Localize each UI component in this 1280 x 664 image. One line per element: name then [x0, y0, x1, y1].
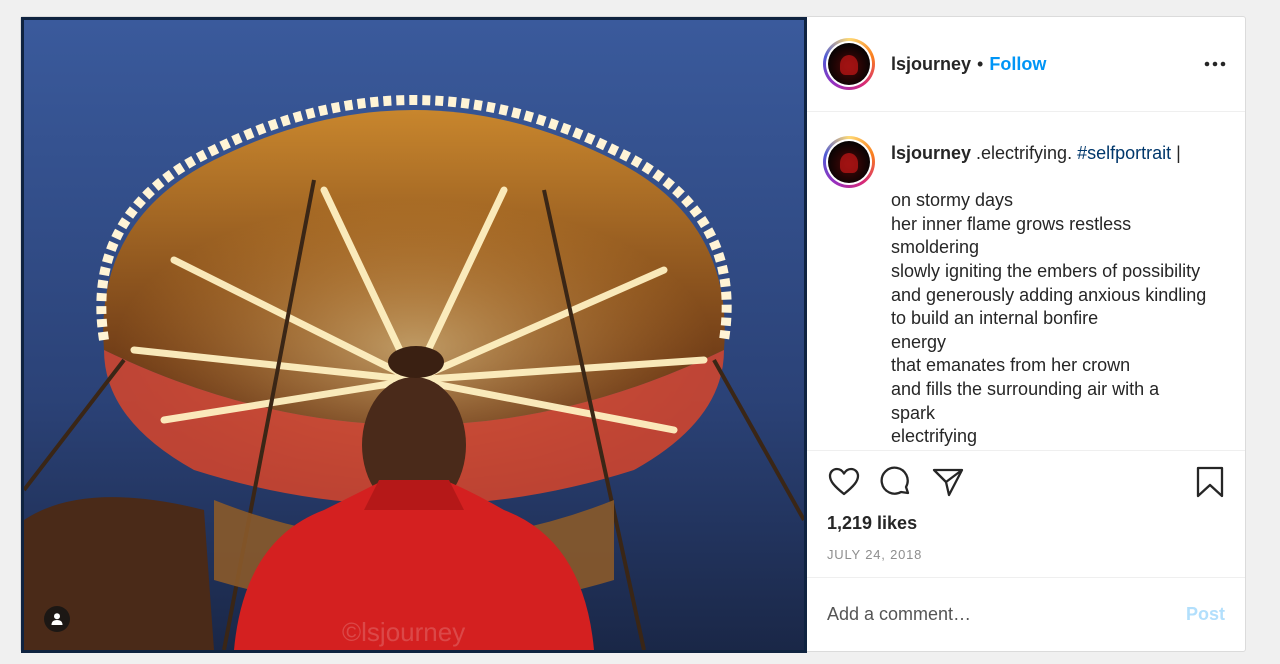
post-date[interactable]: JULY 24, 2018	[807, 547, 1245, 577]
heart-icon[interactable]	[827, 465, 861, 499]
post-photo[interactable]: ©lsjourney	[21, 17, 807, 653]
photo-watermark: ©lsjourney	[342, 617, 466, 647]
caption-line: and generously adding anxious kindling	[891, 284, 1207, 305]
post-sidebar: lsjourney • Follow lsjourney .electrifyi…	[807, 17, 1245, 651]
caption-pipe: |	[1171, 143, 1181, 163]
comment-input[interactable]	[827, 604, 1186, 625]
post-comment-button[interactable]: Post	[1186, 604, 1225, 625]
caption-avatar-image	[828, 141, 870, 183]
caption-line: slowly igniting the embers of possibilit…	[891, 260, 1201, 281]
post-header: lsjourney • Follow	[807, 17, 1245, 112]
caption-avatar[interactable]	[823, 136, 875, 188]
caption-line: and fills the surrounding air with a	[891, 378, 1160, 399]
more-options-icon[interactable]	[1203, 52, 1227, 76]
caption-intro: .electrifying.	[971, 143, 1078, 163]
caption-username-link[interactable]: lsjourney	[891, 143, 971, 163]
caption-line: spark	[891, 402, 936, 423]
caption-section: lsjourney .electrifying. #selfportrait |…	[807, 112, 1245, 451]
caption-line: electrifying	[891, 426, 978, 447]
bookmark-icon[interactable]	[1193, 465, 1227, 499]
caption-first-line: lsjourney .electrifying. #selfportrait |	[891, 142, 1206, 166]
caption-text: lsjourney .electrifying. #selfportrait |…	[891, 136, 1207, 446]
username-link[interactable]: lsjourney	[891, 54, 971, 75]
caption-line: to build an internal bonfire	[891, 308, 1099, 329]
paper-plane-icon[interactable]	[931, 465, 965, 499]
avatar[interactable]	[823, 38, 875, 90]
follow-button[interactable]: Follow	[989, 54, 1046, 75]
avatar-image	[828, 43, 870, 85]
comment-icon[interactable]	[879, 465, 913, 499]
carousel-photo	[24, 20, 804, 650]
separator-dot: •	[977, 53, 984, 74]
comment-form: Post	[807, 577, 1245, 651]
likes-count[interactable]: 1,219 likes	[807, 513, 1245, 539]
action-bar	[807, 451, 1245, 513]
caption-line: on stormy days	[891, 190, 1014, 211]
post-card: ©lsjourney lsjourney • Follow lsjourney …	[20, 16, 1246, 653]
caption-line: energy	[891, 331, 947, 352]
user-tag-icon[interactable]	[44, 606, 70, 632]
caption-line: smoldering	[891, 237, 980, 258]
hashtag-link[interactable]: #selfportrait	[1077, 143, 1171, 163]
caption-line: her inner flame grows restless	[891, 213, 1132, 234]
caption-line: that emanates from her crown	[891, 355, 1131, 376]
